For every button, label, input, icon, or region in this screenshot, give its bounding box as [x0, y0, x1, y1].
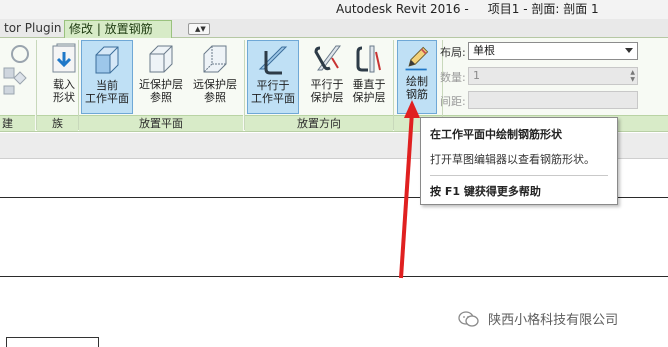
panel-label-family: 族 — [37, 115, 78, 131]
section-line-lower — [0, 276, 668, 277]
window-title: Autodesk Revit 2016 - 项目1 - 剖面: 剖面 1 — [336, 2, 599, 16]
chevron-icon: ▲▼ — [195, 25, 206, 33]
near-cover-label: 近保护层 参照 — [139, 78, 183, 104]
spinner-icon[interactable]: ▲ ▼ — [630, 69, 635, 83]
view-element-frame — [6, 337, 99, 347]
tab-modify-place-rebar[interactable]: 修改 | 放置钢筋 — [64, 20, 172, 38]
tooltip: 在工作平面中绘制钢筋形状 打开草图编辑器以查看钢筋形状。 按 F1 键获得更多帮… — [420, 117, 618, 205]
perpendicular-cover-label: 垂直于 保护层 — [352, 78, 386, 104]
current-workplane-button[interactable]: 当前 工作平面 — [81, 40, 133, 114]
wechat-icon — [458, 311, 479, 327]
near-cover-button[interactable]: 近保护层 参照 — [135, 40, 187, 114]
tooltip-divider — [430, 175, 608, 176]
title-bar: Autodesk Revit 2016 - 项目1 - 剖面: 剖面 1 — [0, 0, 668, 19]
quantity-label: 数量: — [440, 71, 466, 84]
create-tools-icon[interactable] — [0, 42, 35, 102]
tab-plugin[interactable]: tor Plugin — [0, 20, 66, 38]
current-workplane-label: 当前 工作平面 — [85, 79, 129, 105]
ribbon-minimize-button[interactable]: ▲▼ — [188, 23, 210, 35]
panel-label-create: 建 — [0, 115, 35, 131]
ribbon-tab-row: tor Plugin 修改 | 放置钢筋 ▲▼ — [0, 19, 668, 38]
panel-label-placement-direction: 放置方向 — [245, 115, 393, 131]
tooltip-description: 打开草图编辑器以查看钢筋形状。 — [430, 153, 595, 166]
watermark-text: 陕西小格科技有限公司 — [488, 313, 619, 328]
draw-rebar-label: 绘制 钢筋 — [406, 75, 428, 101]
cube-near-icon — [149, 45, 173, 73]
quantity-field[interactable]: 1 ▲ ▼ — [468, 67, 638, 85]
cube-far-icon — [203, 45, 227, 73]
rebar-perpendicular-cover-icon — [356, 45, 381, 73]
layout-select-value: 单根 — [473, 44, 495, 57]
tooltip-title: 在工作平面中绘制钢筋形状 — [430, 128, 562, 141]
load-shape-icon — [52, 43, 76, 73]
far-cover-button[interactable]: 远保护层 参照 — [189, 40, 241, 114]
layout-label: 布局: — [440, 46, 466, 59]
rebar-parallel-workplane-icon — [258, 46, 288, 75]
parallel-workplane-label: 平行于 工作平面 — [251, 79, 295, 105]
layout-select[interactable]: 单根 — [468, 42, 638, 60]
watermark: 陕西小格科技有限公司 — [458, 309, 618, 328]
spacing-label: 间距: — [440, 95, 466, 108]
pencil-icon — [405, 46, 429, 71]
draw-rebar-button[interactable]: 绘制 钢筋 — [397, 40, 437, 114]
far-cover-label: 远保护层 参照 — [193, 78, 237, 104]
perpendicular-cover-button[interactable]: 垂直于 保护层 — [343, 40, 395, 114]
quantity-value: 1 — [473, 69, 480, 82]
spacing-field[interactable] — [468, 91, 638, 109]
tooltip-help: 按 F1 键获得更多帮助 — [430, 185, 541, 198]
chevron-down-icon — [625, 48, 633, 53]
rebar-parallel-cover-icon — [314, 45, 341, 71]
cube-plane-icon — [95, 46, 119, 74]
partial-create-panel — [0, 38, 35, 115]
panel-label-placement-plane: 放置平面 — [79, 115, 243, 131]
parallel-workplane-button[interactable]: 平行于 工作平面 — [247, 40, 299, 114]
